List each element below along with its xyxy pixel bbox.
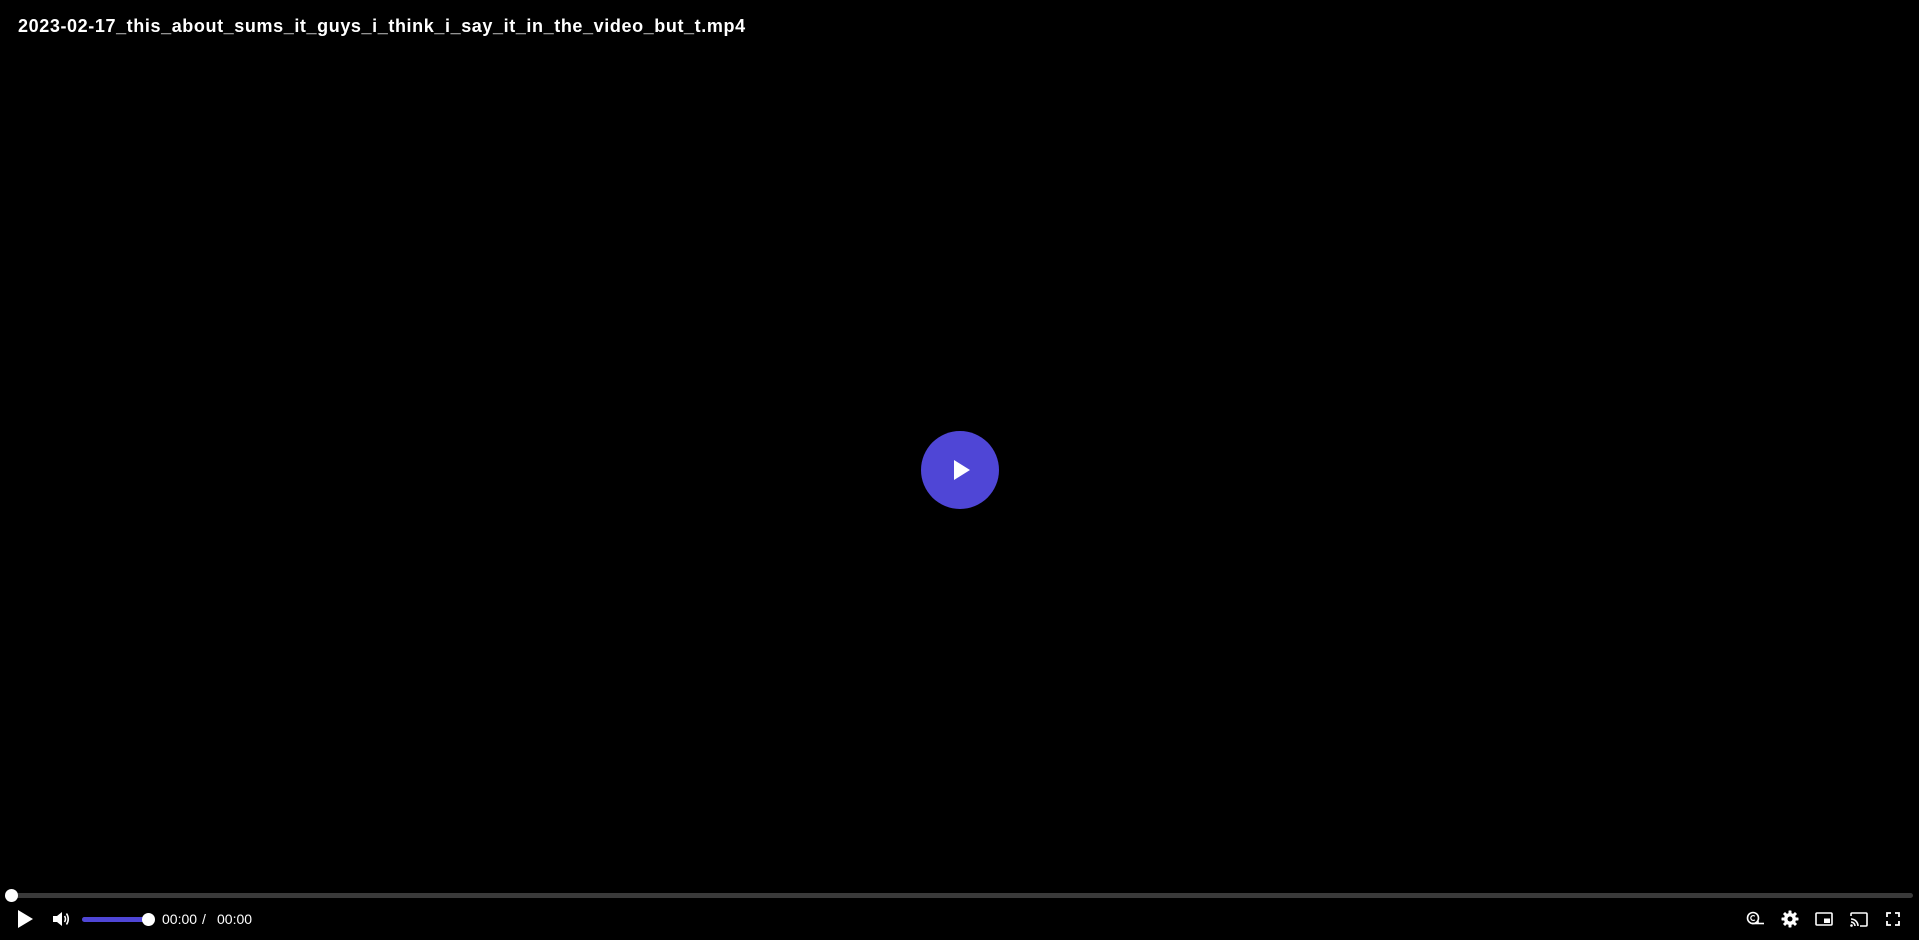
pip-button[interactable] — [1813, 904, 1835, 934]
fullscreen-button[interactable] — [1882, 904, 1904, 934]
volume-icon — [53, 912, 70, 926]
settings-button[interactable] — [1779, 904, 1801, 934]
fullscreen-icon — [1886, 912, 1900, 926]
gear-icon — [1781, 910, 1799, 928]
play-icon — [954, 460, 970, 480]
play-button[interactable] — [12, 904, 38, 934]
volume-thumb[interactable] — [142, 913, 155, 926]
picture-in-picture-icon — [1815, 912, 1833, 926]
progress-thumb[interactable] — [5, 889, 18, 902]
captions-icon — [1746, 911, 1764, 925]
cast-icon — [1850, 911, 1868, 927]
mute-button[interactable] — [50, 904, 72, 934]
current-time: 00:00 — [162, 911, 198, 927]
duration: 00:00 — [217, 911, 253, 927]
time-separator: / — [202, 911, 206, 927]
cast-button[interactable] — [1848, 904, 1870, 934]
control-bar: 00:00 / 00:00 — [0, 904, 1919, 934]
video-player[interactable]: 2023-02-17_this_about_sums_it_guys_i_thi… — [0, 0, 1919, 940]
video-title: 2023-02-17_this_about_sums_it_guys_i_thi… — [18, 16, 746, 36]
play-icon — [18, 910, 33, 928]
volume-fill — [82, 917, 148, 922]
captions-button[interactable] — [1745, 904, 1767, 934]
big-play-button[interactable] — [921, 431, 999, 509]
progress-bar[interactable] — [5, 889, 1913, 902]
volume-slider[interactable] — [82, 913, 155, 926]
